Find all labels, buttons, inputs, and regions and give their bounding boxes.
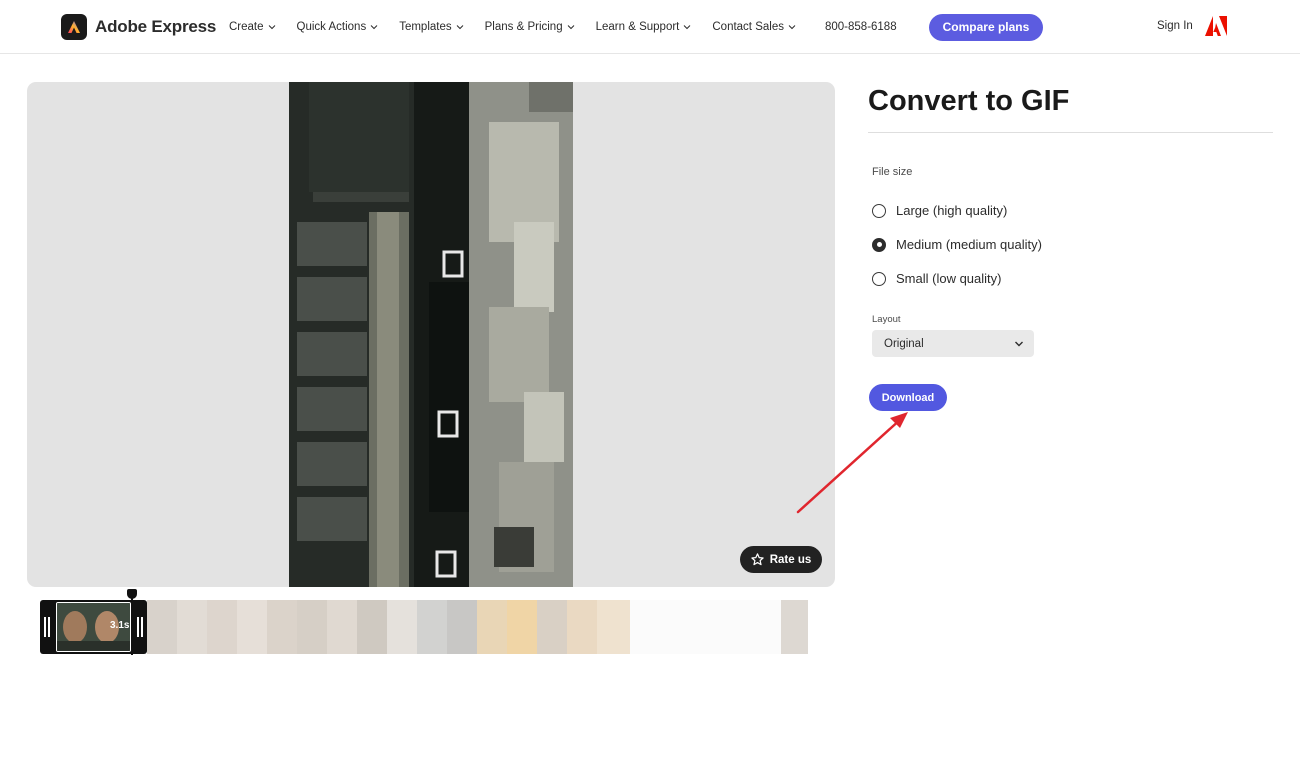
- video-frame-image: [289, 82, 573, 587]
- timeline-thumbnail: [177, 600, 207, 654]
- radio-label: Medium (medium quality): [896, 237, 1042, 252]
- timeline-thumbnail: [147, 600, 177, 654]
- layout-select[interactable]: Original: [872, 330, 1034, 357]
- nav-quick-actions[interactable]: Quick Actions: [297, 21, 379, 33]
- timeline-thumbnail: [447, 600, 477, 654]
- trim-handle-left[interactable]: [44, 617, 50, 637]
- timeline-thumbnail: [327, 600, 357, 654]
- trim-handle-right[interactable]: [137, 617, 143, 637]
- chevron-down-icon: [456, 25, 463, 30]
- adobe-express-logo-icon: [61, 14, 87, 40]
- nav-label: Learn & Support: [595, 21, 680, 33]
- radio-button-selected[interactable]: [872, 237, 886, 252]
- star-icon: [751, 553, 764, 566]
- nav-label: Quick Actions: [296, 21, 367, 33]
- timeline-thumbnail: [630, 600, 781, 654]
- timeline-thumbnail: [537, 600, 567, 654]
- chevron-down-icon: [684, 25, 691, 30]
- nav-plans-pricing[interactable]: Plans & Pricing: [485, 21, 575, 33]
- top-nav-bar: Adobe Express Create Quick Actions Templ…: [0, 0, 1300, 54]
- adobe-logo-icon[interactable]: [1205, 16, 1227, 36]
- chevron-down-icon: [1015, 341, 1023, 346]
- timeline-thumbnail: [207, 600, 237, 654]
- rate-us-button[interactable]: Rate us: [740, 546, 822, 573]
- timeline-thumbnail: [357, 600, 387, 654]
- timeline-thumbnail: [597, 600, 630, 654]
- nav-label: Create: [229, 21, 264, 33]
- timeline-thumbnail: [297, 600, 327, 654]
- nav-create[interactable]: Create: [229, 21, 276, 33]
- radio-option-small[interactable]: Small (low quality): [872, 271, 1001, 286]
- compare-plans-button[interactable]: Compare plans: [928, 13, 1044, 41]
- radio-button[interactable]: [872, 271, 886, 286]
- rate-us-label: Rate us: [769, 553, 812, 566]
- chevron-down-icon: [268, 25, 275, 30]
- file-size-label: File size: [872, 166, 913, 178]
- chevron-down-icon: [567, 25, 574, 30]
- sign-in-link[interactable]: Sign In: [1157, 20, 1193, 32]
- annotation-arrow-icon: [796, 412, 908, 514]
- nav-templates[interactable]: Templates: [399, 21, 463, 33]
- radio-option-large[interactable]: Large (high quality): [872, 203, 1007, 218]
- nav-contact-sales[interactable]: Contact Sales: [712, 21, 796, 33]
- timeline-filmstrip[interactable]: 3.1s: [40, 589, 808, 655]
- main-nav: Create Quick Actions Templates Plans & P…: [229, 0, 1044, 54]
- timeline-thumbnail: [417, 600, 447, 654]
- radio-label: Small (low quality): [896, 271, 1002, 286]
- timeline-thumbnail: [477, 600, 507, 654]
- nav-learn-support[interactable]: Learn & Support: [596, 21, 692, 33]
- chevron-down-icon: [370, 25, 378, 30]
- timeline-thumbnail: [781, 600, 808, 654]
- timeline-thumbnail: [507, 600, 537, 654]
- timeline-thumbnail: [237, 600, 267, 654]
- nav-label: Contact Sales: [712, 21, 784, 33]
- timeline-thumbnail: [567, 600, 597, 654]
- timeline-thumbnail: [267, 600, 297, 654]
- phone-number[interactable]: 800-858-6188: [825, 21, 897, 33]
- playhead-handle[interactable]: [127, 589, 137, 599]
- nav-label: Templates: [399, 21, 452, 33]
- brand[interactable]: Adobe Express: [61, 14, 216, 40]
- page-title: Convert to GIF: [868, 85, 1070, 117]
- timeline-thumbnail: [387, 600, 417, 654]
- layout-select-value: Original: [884, 337, 924, 350]
- layout-label: Layout: [872, 314, 901, 325]
- radio-option-medium[interactable]: Medium (medium quality): [872, 237, 1042, 252]
- radio-button[interactable]: [872, 203, 886, 218]
- nav-label: Plans & Pricing: [484, 21, 563, 33]
- convert-options-panel: Convert to GIF File size Large (high qua…: [868, 82, 1273, 411]
- radio-label: Large (high quality): [896, 203, 1008, 218]
- divider: [868, 132, 1273, 133]
- chevron-down-icon: [788, 25, 796, 30]
- clip-duration: 3.1s: [110, 620, 130, 631]
- brand-name: Adobe Express: [95, 17, 217, 36]
- gif-preview: Rate us: [27, 82, 835, 587]
